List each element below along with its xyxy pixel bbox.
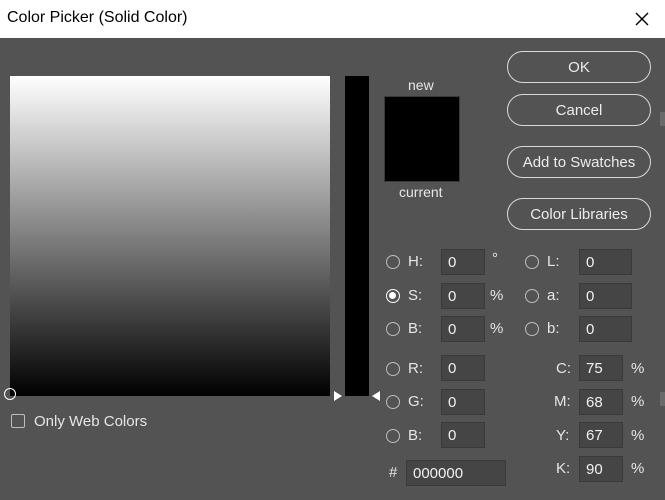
m-unit: % <box>631 393 645 410</box>
g-label: G: <box>408 393 424 410</box>
slider-handle-right[interactable] <box>372 391 380 401</box>
radio-s[interactable] <box>386 289 400 303</box>
b-brightness-label: B: <box>408 320 423 337</box>
radio-b-lab[interactable] <box>525 322 539 336</box>
b-blue-input[interactable]: 0 <box>441 422 485 448</box>
m-input[interactable]: 68 <box>579 389 623 415</box>
b-blue-label: B: <box>408 427 423 444</box>
b-lab-label: b: <box>547 320 560 337</box>
k-unit: % <box>631 460 645 477</box>
s-unit: % <box>490 287 504 304</box>
h-input[interactable]: 0 <box>441 249 485 275</box>
a-label: a: <box>547 287 560 304</box>
slider-handle-left[interactable] <box>334 391 342 401</box>
radio-g[interactable] <box>386 395 400 409</box>
a-input[interactable]: 0 <box>579 283 632 309</box>
r-label: R: <box>408 360 423 377</box>
c-unit: % <box>631 360 645 377</box>
close-button[interactable] <box>619 0 665 38</box>
radio-b-brightness[interactable] <box>386 322 400 336</box>
ok-button[interactable]: OK <box>507 51 651 83</box>
s-label: S: <box>408 287 423 304</box>
hex-label: # <box>389 464 398 481</box>
l-label: L: <box>547 253 560 270</box>
color-field-marker[interactable] <box>4 388 16 400</box>
radio-a[interactable] <box>525 289 539 303</box>
s-input[interactable]: 0 <box>441 283 485 309</box>
l-input[interactable]: 0 <box>579 249 632 275</box>
g-input[interactable]: 0 <box>441 389 485 415</box>
cancel-button[interactable]: Cancel <box>507 94 651 126</box>
close-icon <box>635 12 649 26</box>
color-field[interactable] <box>10 76 330 396</box>
y-label: Y: <box>556 427 570 444</box>
only-web-colors-label: Only Web Colors <box>34 413 148 430</box>
y-unit: % <box>631 427 645 444</box>
b-brightness-unit: % <box>490 320 504 337</box>
radio-r[interactable] <box>386 362 400 376</box>
radio-l[interactable] <box>525 255 539 269</box>
color-slider[interactable] <box>345 76 369 396</box>
b-lab-input[interactable]: 0 <box>579 316 632 342</box>
radio-b-blue[interactable] <box>386 429 400 443</box>
m-label: M: <box>554 393 571 410</box>
title-bar: Color Picker (Solid Color) <box>0 0 665 38</box>
edge-artifact <box>660 112 665 126</box>
add-to-swatches-button[interactable]: Add to Swatches <box>507 146 651 178</box>
new-label: new <box>408 77 434 93</box>
c-input[interactable]: 75 <box>579 355 623 381</box>
current-label: current <box>399 184 443 200</box>
hex-input[interactable]: 000000 <box>406 460 506 486</box>
c-label: C: <box>556 360 571 377</box>
k-label: K: <box>556 460 571 477</box>
radio-h[interactable] <box>386 255 400 269</box>
h-label: H: <box>408 253 423 270</box>
color-libraries-button[interactable]: Color Libraries <box>507 198 651 230</box>
color-preview-swatch <box>384 96 460 182</box>
r-input[interactable]: 0 <box>441 355 485 381</box>
k-input[interactable]: 90 <box>579 456 623 482</box>
b-brightness-input[interactable]: 0 <box>441 316 485 342</box>
y-input[interactable]: 67 <box>579 422 623 448</box>
h-unit: ° <box>492 250 498 267</box>
window-title: Color Picker (Solid Color) <box>7 9 188 26</box>
only-web-colors-checkbox[interactable] <box>11 414 25 428</box>
edge-artifact <box>660 392 665 406</box>
